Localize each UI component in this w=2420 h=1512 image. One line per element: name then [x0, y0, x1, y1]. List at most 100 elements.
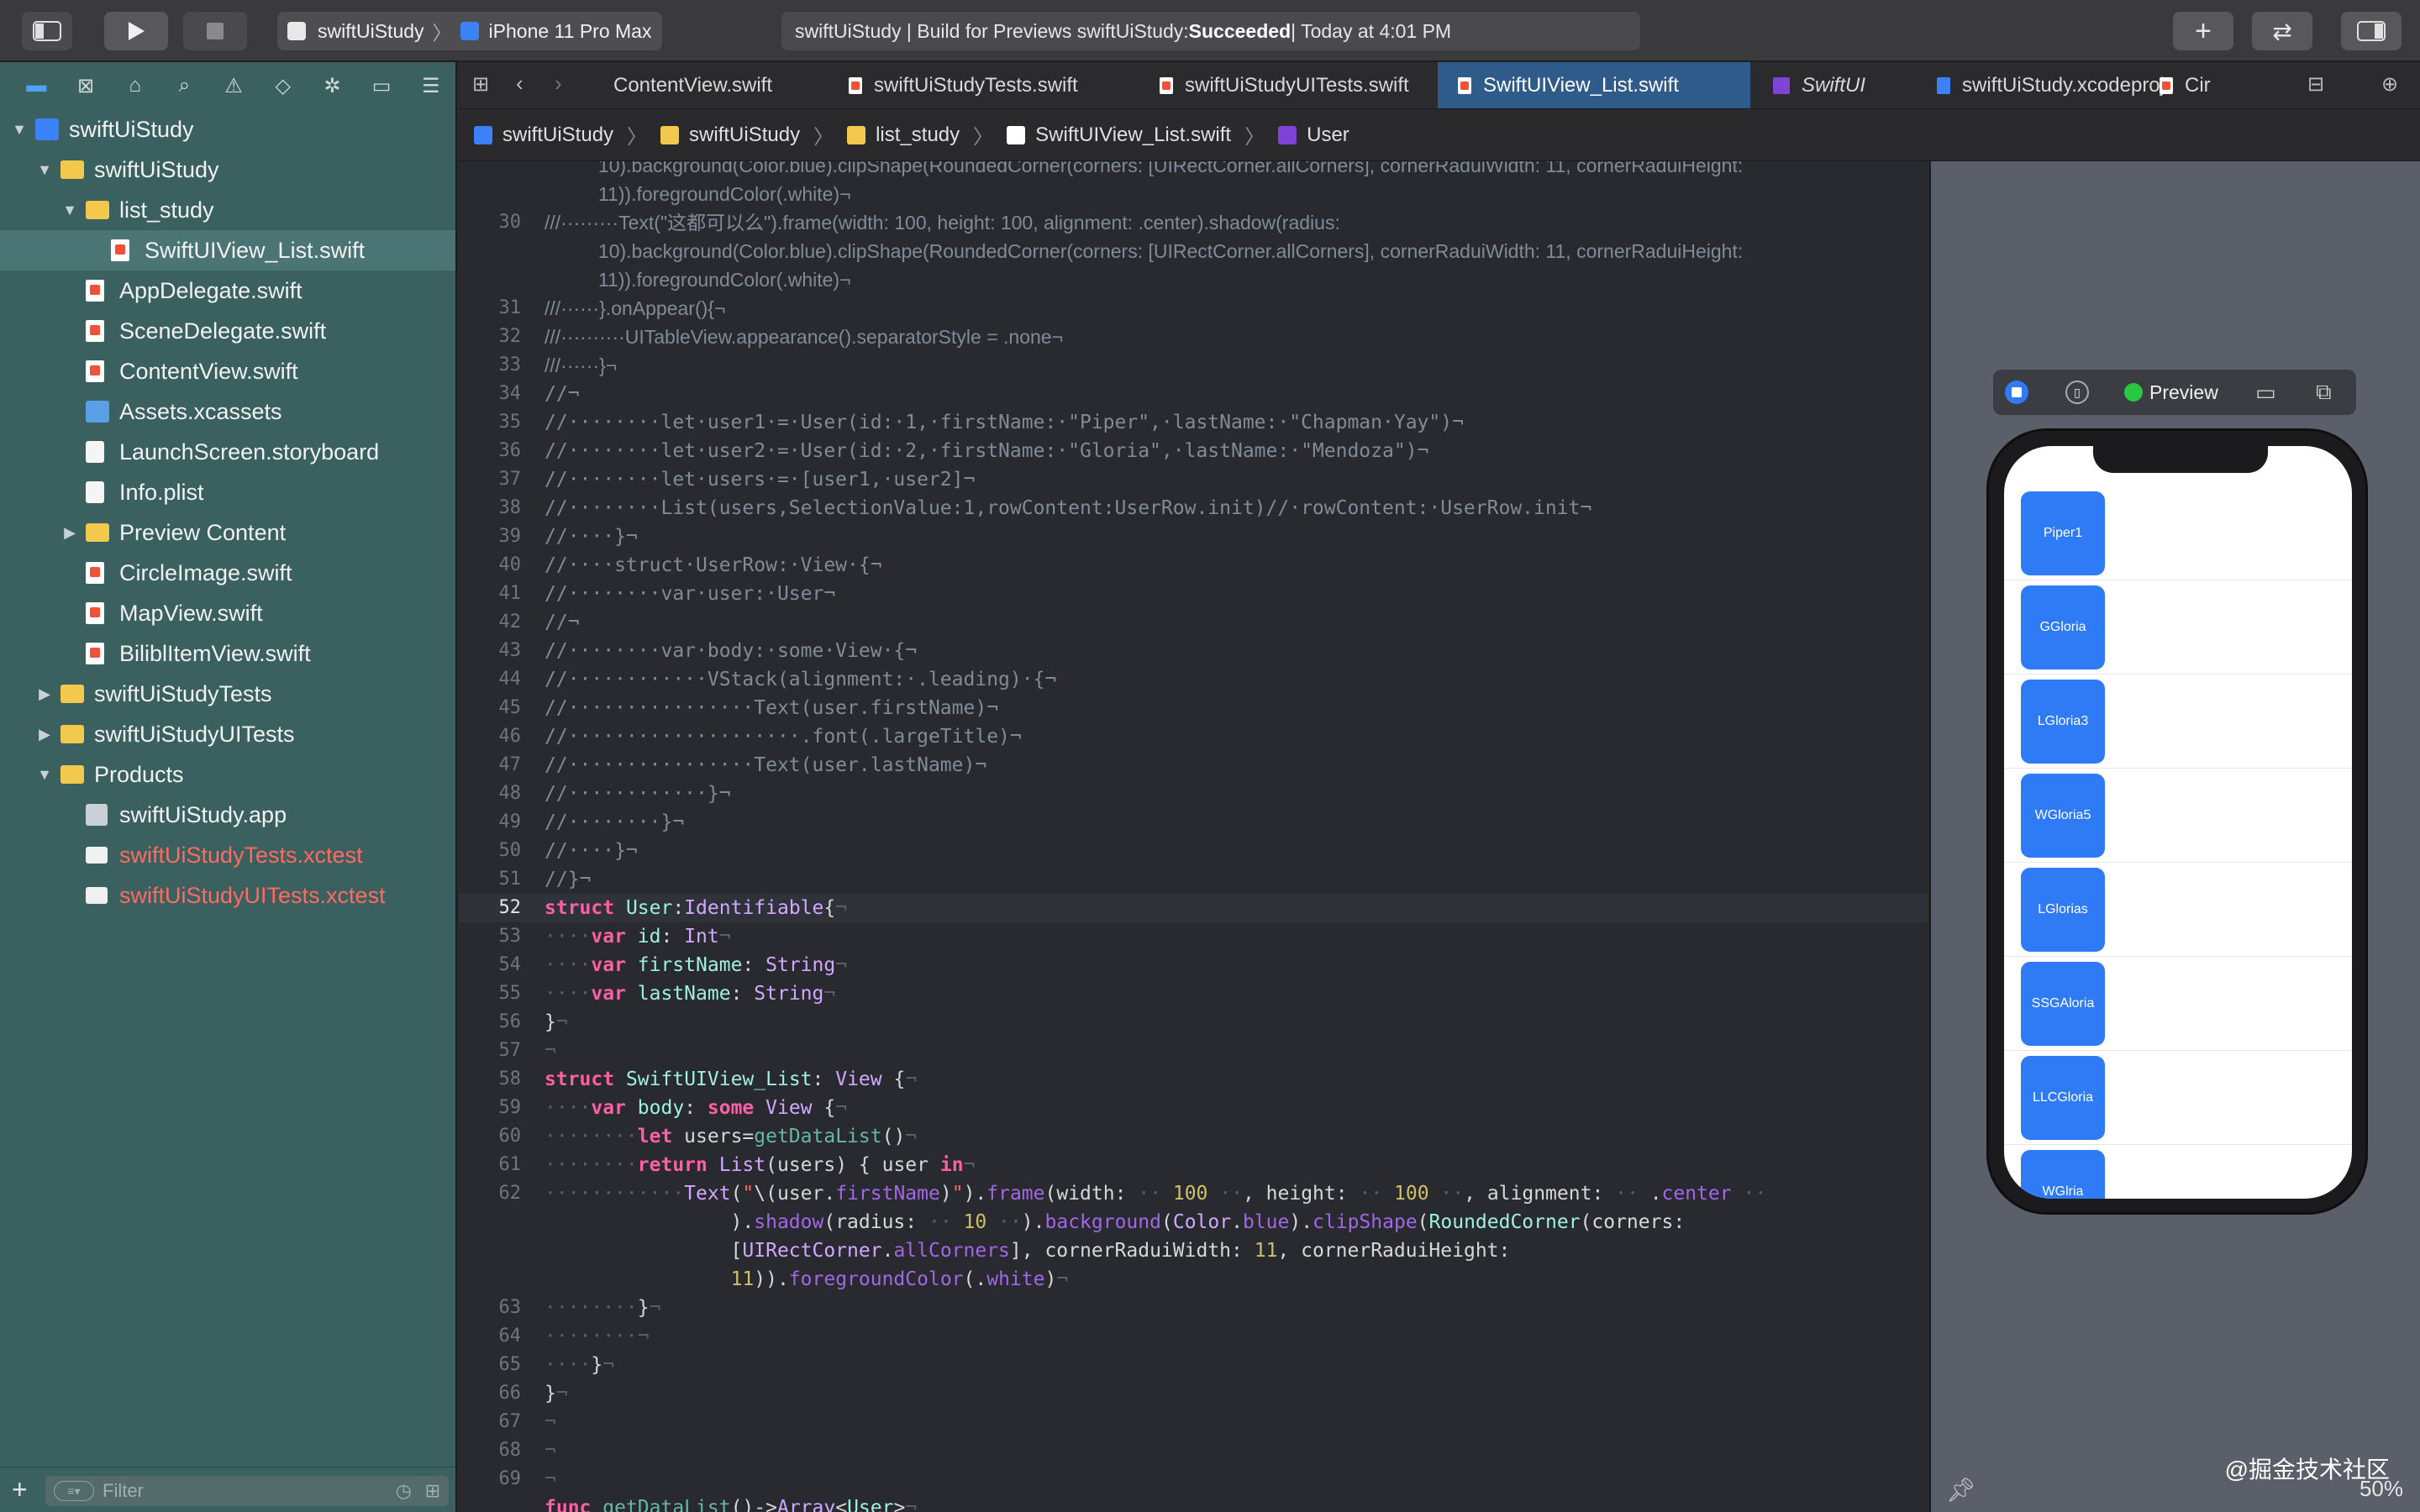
file-tree-item[interactable]: ▶ swiftUiStudyUITests	[0, 714, 455, 754]
device-settings-icon[interactable]: ▯	[2065, 381, 2089, 404]
code-line[interactable]: 33 ///······}¬	[459, 351, 1928, 380]
code-line[interactable]: 65 ····}¬	[459, 1351, 1928, 1379]
tab-0[interactable]: ContentView.swift	[593, 62, 792, 108]
preview-list-row[interactable]: SSGAloria	[2004, 957, 2352, 1051]
run-on-device-icon[interactable]: ▭	[2255, 380, 2276, 406]
file-tree-item[interactable]: CircleImage.swift	[0, 553, 455, 593]
source-control-icon[interactable]: ⊠	[61, 69, 111, 102]
disclosure-open-icon[interactable]: ▼	[35, 766, 54, 784]
code-line[interactable]: 66}¬	[459, 1379, 1928, 1408]
duplicate-preview-icon[interactable]: ⧉	[2316, 379, 2332, 406]
jump-bar-crumb[interactable]: swiftUiStudy	[474, 123, 613, 147]
code-line[interactable]: 40 //····struct·UserRow:·View·{¬	[459, 551, 1928, 580]
tab-1[interactable]: swiftUiStudyTests.swift	[829, 62, 1098, 108]
code-line[interactable]: 62 ············Text("\(user.firstName)").…	[459, 1179, 1928, 1208]
code-line[interactable]: 38 //········List(users,SelectionValue:1,…	[459, 494, 1928, 522]
preview-list-row[interactable]: LLCGloria	[2004, 1051, 2352, 1145]
file-tree-item[interactable]: Assets.xcassets	[0, 391, 455, 432]
code-line[interactable]: 32 ///··········UITableView.appearance().…	[459, 323, 1928, 351]
code-line[interactable]: 49 //········}¬	[459, 808, 1928, 837]
jump-bar-crumb[interactable]: SwiftUIView_List.swift	[1007, 123, 1231, 147]
code-line[interactable]: 35 //········let·user1·=·User(id:·1,·firs…	[459, 408, 1928, 437]
file-tree-item[interactable]: swiftUiStudyTests.xctest	[0, 835, 455, 875]
preview-list-row[interactable]: Piper1	[2004, 486, 2352, 580]
run-button[interactable]	[104, 12, 168, 50]
disclosure-closed-icon[interactable]: ▶	[35, 726, 54, 743]
preview-list-row[interactable]: GGloria	[2004, 580, 2352, 675]
code-line[interactable]: 39 //····}¬	[459, 522, 1928, 551]
code-line[interactable]: 69 ¬	[459, 1465, 1928, 1494]
warning-icon[interactable]: ⚠	[209, 69, 259, 102]
add-editor-icon[interactable]: ⊕	[2381, 72, 2398, 97]
code-line[interactable]: 63 ········}¬	[459, 1294, 1928, 1322]
code-line[interactable]: 64 ········¬	[459, 1322, 1928, 1351]
code-line[interactable]: ).shadow(radius: ·· 10 ··).background(Co…	[459, 1208, 1928, 1236]
code-line[interactable]: 34 //¬	[459, 380, 1928, 408]
jump-bar-crumb[interactable]: User	[1278, 123, 1349, 147]
test-icon[interactable]: ◇	[258, 69, 308, 102]
live-preview-icon[interactable]	[2005, 381, 2028, 404]
code-line[interactable]: 48 //············}¬	[459, 780, 1928, 808]
search-icon[interactable]: ⌕	[160, 69, 209, 102]
file-tree-item[interactable]: BiliblItemView.swift	[0, 633, 455, 674]
code-line[interactable]: func getDataList()->Array<User>¬	[459, 1494, 1928, 1512]
code-line[interactable]: 36 //········let·user2·=·User(id:·2,·firs…	[459, 437, 1928, 465]
code-line[interactable]: 47 //················Text(user.lastName)¬	[459, 751, 1928, 780]
file-tree-item[interactable]: ▼ swiftUiStudy	[0, 109, 455, 150]
code-line[interactable]: 60 ········let users=getDataList()¬	[459, 1122, 1928, 1151]
file-tree-item[interactable]: Info.plist	[0, 472, 455, 512]
code-line[interactable]: 37 //········let·users·=·[user1,·user2]¬	[459, 465, 1928, 494]
split-editor-icon[interactable]: ⊟	[2307, 72, 2324, 97]
debug-icon[interactable]: ✲	[308, 69, 357, 102]
back-arrow-icon[interactable]: ‹	[516, 71, 523, 97]
code-line[interactable]: 68 ¬	[459, 1436, 1928, 1465]
navigator-toggle-button[interactable]	[22, 12, 72, 50]
source-control-filter-icon[interactable]: ⊞	[425, 1480, 440, 1502]
pin-icon[interactable]: 📌︎	[1946, 1476, 1976, 1504]
file-tree-item[interactable]: ▼ swiftUiStudy	[0, 150, 455, 190]
disclosure-closed-icon[interactable]: ▶	[60, 524, 79, 542]
file-tree-item[interactable]: ▼ Products	[0, 754, 455, 795]
file-tree-item[interactable]: ▶ Preview Content	[0, 512, 455, 553]
code-line[interactable]: 51 //}¬	[459, 865, 1928, 894]
file-tree-item[interactable]: SwiftUIView_List.swift	[0, 230, 455, 270]
tab-3[interactable]: SwiftUIView_List.swift	[1438, 62, 1750, 108]
file-tree-item[interactable]: ContentView.swift	[0, 351, 455, 391]
disclosure-open-icon[interactable]: ▼	[10, 121, 29, 139]
code-line[interactable]: 53 ····var id: Int¬	[459, 922, 1928, 951]
tab-2[interactable]: swiftUiStudyUITests.swift	[1139, 62, 1429, 108]
file-tree-item[interactable]: MapView.swift	[0, 593, 455, 633]
code-line[interactable]: 30 ///·········Text("这都可以么").frame(width:…	[459, 208, 1928, 237]
code-review-button[interactable]: ⇄	[2252, 12, 2312, 50]
preview-list-row[interactable]: WGloria5	[2004, 769, 2352, 863]
symbol-icon[interactable]: ⌂	[110, 69, 160, 102]
preview-label[interactable]: Preview	[2149, 381, 2218, 404]
disclosure-open-icon[interactable]: ▼	[35, 161, 54, 179]
folder-icon[interactable]: ▬	[12, 69, 61, 102]
code-line[interactable]: 11)).foregroundColor(.white)¬	[459, 265, 1928, 294]
tab-4[interactable]: SwiftUI	[1753, 62, 1886, 108]
recent-clock-icon[interactable]: ◷	[396, 1480, 412, 1502]
file-tree-item[interactable]: AppDelegate.swift	[0, 270, 455, 311]
forward-arrow-icon[interactable]: ›	[555, 71, 562, 97]
preview-list-row[interactable]: LGlorias	[2004, 863, 2352, 957]
code-line[interactable]: 57 ¬	[459, 1037, 1928, 1065]
file-tree-item[interactable]: LaunchScreen.storyboard	[0, 432, 455, 472]
code-line[interactable]: 10).background(Color.blue).clipShape(Rou…	[459, 161, 1928, 180]
phone-screen[interactable]: Piper1 GGloria LGloria3 WGloria5 LGlorias SSG…	[2004, 446, 2352, 1199]
code-line[interactable]: 59 ····var body: some View {¬	[459, 1094, 1928, 1122]
add-plus-icon[interactable]: +	[12, 1474, 28, 1505]
code-line[interactable]: 10).background(Color.blue).clipShape(Rou…	[459, 237, 1928, 265]
code-line[interactable]: 61 ········return List(users) { user in¬	[459, 1151, 1928, 1179]
code-line[interactable]: 54 ····var firstName: String¬	[459, 951, 1928, 979]
tab-6[interactable]: Cir	[2139, 62, 2231, 108]
file-tree-item[interactable]: swiftUiStudy.app	[0, 795, 455, 835]
jump-bar-crumb[interactable]: swiftUiStudy	[660, 123, 800, 147]
code-line[interactable]: 44 //············VStack(alignment:·.leadi…	[459, 665, 1928, 694]
code-line[interactable]: 55 ····var lastName: String¬	[459, 979, 1928, 1008]
preview-list-row[interactable]: LGloria3	[2004, 675, 2352, 769]
library-button[interactable]: +	[2173, 12, 2233, 50]
breakpoint-icon[interactable]: ▭	[357, 69, 407, 102]
code-line[interactable]: 31 ///······}.onAppear(){¬	[459, 294, 1928, 323]
code-line[interactable]: 50 //····}¬	[459, 837, 1928, 865]
